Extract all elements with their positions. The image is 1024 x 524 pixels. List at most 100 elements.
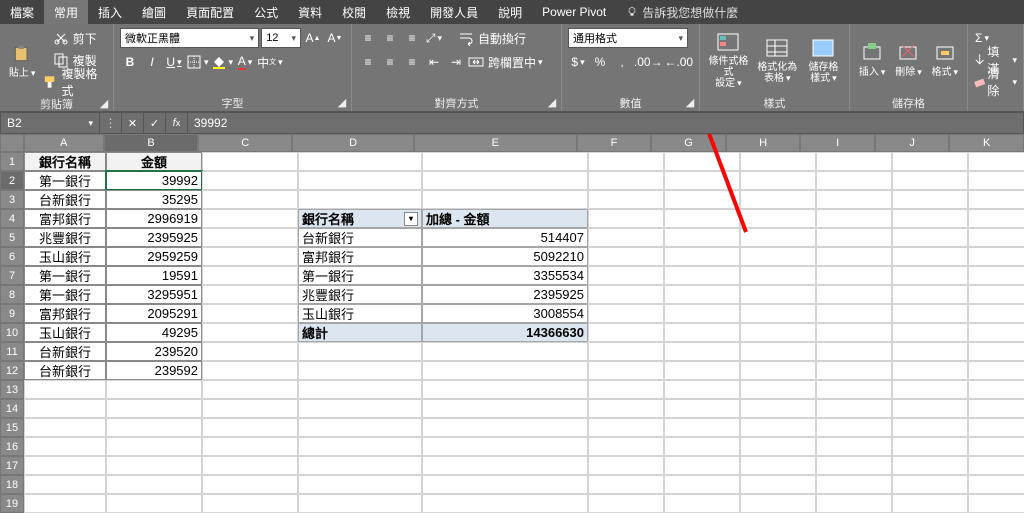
cell[interactable]: 49295 bbox=[106, 323, 202, 342]
format-painter-button[interactable]: 複製格式 bbox=[42, 72, 107, 92]
cell[interactable] bbox=[892, 247, 968, 266]
cell[interactable] bbox=[816, 456, 892, 475]
cell-styles-button[interactable]: 儲存格 樣式 bbox=[804, 36, 843, 84]
phonetic-button[interactable]: 中文 bbox=[257, 52, 283, 72]
cell[interactable] bbox=[816, 323, 892, 342]
cell[interactable] bbox=[664, 456, 740, 475]
underline-button[interactable]: U bbox=[164, 52, 184, 72]
cell[interactable] bbox=[664, 361, 740, 380]
cell[interactable] bbox=[968, 285, 1024, 304]
col-header-H[interactable]: H bbox=[726, 134, 801, 152]
cell[interactable] bbox=[422, 456, 588, 475]
cell[interactable]: 玉山銀行 bbox=[298, 304, 422, 323]
percent-button[interactable]: % bbox=[590, 52, 610, 72]
cell[interactable] bbox=[892, 285, 968, 304]
cell[interactable] bbox=[740, 266, 816, 285]
cell[interactable] bbox=[588, 190, 664, 209]
fx-button[interactable]: fx bbox=[166, 112, 188, 134]
cell[interactable] bbox=[202, 475, 298, 494]
tab-data[interactable]: 資料 bbox=[288, 0, 332, 24]
cell[interactable]: 2996919 bbox=[106, 209, 202, 228]
col-header-E[interactable]: E bbox=[414, 134, 577, 152]
cell[interactable] bbox=[740, 228, 816, 247]
cell[interactable] bbox=[664, 247, 740, 266]
cell[interactable] bbox=[202, 266, 298, 285]
cell[interactable] bbox=[588, 399, 664, 418]
cell[interactable] bbox=[202, 304, 298, 323]
cell[interactable] bbox=[298, 437, 422, 456]
cell[interactable] bbox=[664, 228, 740, 247]
cell[interactable] bbox=[740, 304, 816, 323]
cell[interactable] bbox=[588, 247, 664, 266]
cell[interactable] bbox=[968, 228, 1024, 247]
cell[interactable] bbox=[202, 494, 298, 513]
cell[interactable]: 銀行名稱 bbox=[24, 152, 106, 171]
cell[interactable] bbox=[740, 285, 816, 304]
cell[interactable] bbox=[892, 152, 968, 171]
col-header-B[interactable]: B bbox=[104, 134, 198, 152]
cell[interactable] bbox=[588, 171, 664, 190]
cell[interactable] bbox=[588, 285, 664, 304]
cell[interactable] bbox=[106, 380, 202, 399]
cell[interactable] bbox=[816, 304, 892, 323]
col-header-G[interactable]: G bbox=[651, 134, 726, 152]
cell[interactable]: 兆豐銀行 bbox=[24, 228, 106, 247]
cell[interactable] bbox=[740, 494, 816, 513]
paste-button[interactable]: 貼上 bbox=[6, 42, 38, 79]
cell[interactable] bbox=[298, 418, 422, 437]
cell[interactable] bbox=[892, 171, 968, 190]
cell[interactable] bbox=[202, 323, 298, 342]
cell[interactable] bbox=[892, 494, 968, 513]
cell[interactable] bbox=[588, 418, 664, 437]
cell[interactable]: 19591 bbox=[106, 266, 202, 285]
cell[interactable] bbox=[422, 190, 588, 209]
row-header[interactable]: 5 bbox=[0, 228, 24, 247]
cell[interactable]: 239592 bbox=[106, 361, 202, 380]
cell[interactable]: 35295 bbox=[106, 190, 202, 209]
cell[interactable]: 514407 bbox=[422, 228, 588, 247]
select-all-corner[interactable] bbox=[0, 134, 24, 152]
cell[interactable]: 總計 bbox=[298, 323, 422, 342]
cancel-formula[interactable]: ⋮ bbox=[100, 112, 122, 134]
align-center-button[interactable]: ≡ bbox=[380, 52, 400, 72]
cell[interactable] bbox=[588, 475, 664, 494]
cell[interactable] bbox=[202, 190, 298, 209]
cell[interactable] bbox=[816, 380, 892, 399]
cell[interactable] bbox=[202, 437, 298, 456]
cell[interactable] bbox=[588, 152, 664, 171]
formula-input[interactable]: 39992 bbox=[188, 112, 1024, 134]
cell[interactable] bbox=[892, 475, 968, 494]
cell[interactable] bbox=[968, 304, 1024, 323]
cell[interactable] bbox=[202, 456, 298, 475]
cell[interactable]: 富邦銀行 bbox=[298, 247, 422, 266]
cell[interactable] bbox=[24, 380, 106, 399]
cell[interactable] bbox=[298, 456, 422, 475]
cell[interactable] bbox=[968, 437, 1024, 456]
col-header-J[interactable]: J bbox=[875, 134, 950, 152]
cell[interactable] bbox=[892, 228, 968, 247]
cell[interactable] bbox=[298, 475, 422, 494]
cell[interactable] bbox=[892, 304, 968, 323]
number-launcher[interactable]: ◢ bbox=[683, 95, 697, 109]
conditional-format-button[interactable]: 條件式格式 設定 bbox=[706, 30, 751, 89]
row-header[interactable]: 11 bbox=[0, 342, 24, 361]
row-header[interactable]: 9 bbox=[0, 304, 24, 323]
row-header[interactable]: 10 bbox=[0, 323, 24, 342]
cell[interactable]: 第一銀行 bbox=[298, 266, 422, 285]
cell[interactable] bbox=[968, 247, 1024, 266]
cell[interactable]: 銀行名稱▾ bbox=[298, 209, 422, 228]
cell[interactable] bbox=[106, 475, 202, 494]
cell[interactable] bbox=[298, 171, 422, 190]
cell[interactable] bbox=[816, 228, 892, 247]
cell[interactable]: 14366630 bbox=[422, 323, 588, 342]
cell[interactable] bbox=[106, 494, 202, 513]
cell[interactable] bbox=[816, 266, 892, 285]
col-header-D[interactable]: D bbox=[292, 134, 414, 152]
row-header[interactable]: 12 bbox=[0, 361, 24, 380]
align-bottom-button[interactable]: ≡ bbox=[402, 28, 422, 48]
cell[interactable]: 3355534 bbox=[422, 266, 588, 285]
merge-center-button[interactable]: 跨欄置中 bbox=[468, 52, 543, 72]
row-header[interactable]: 13 bbox=[0, 380, 24, 399]
pivot-filter-dropdown[interactable]: ▾ bbox=[404, 212, 418, 226]
cell[interactable] bbox=[422, 380, 588, 399]
